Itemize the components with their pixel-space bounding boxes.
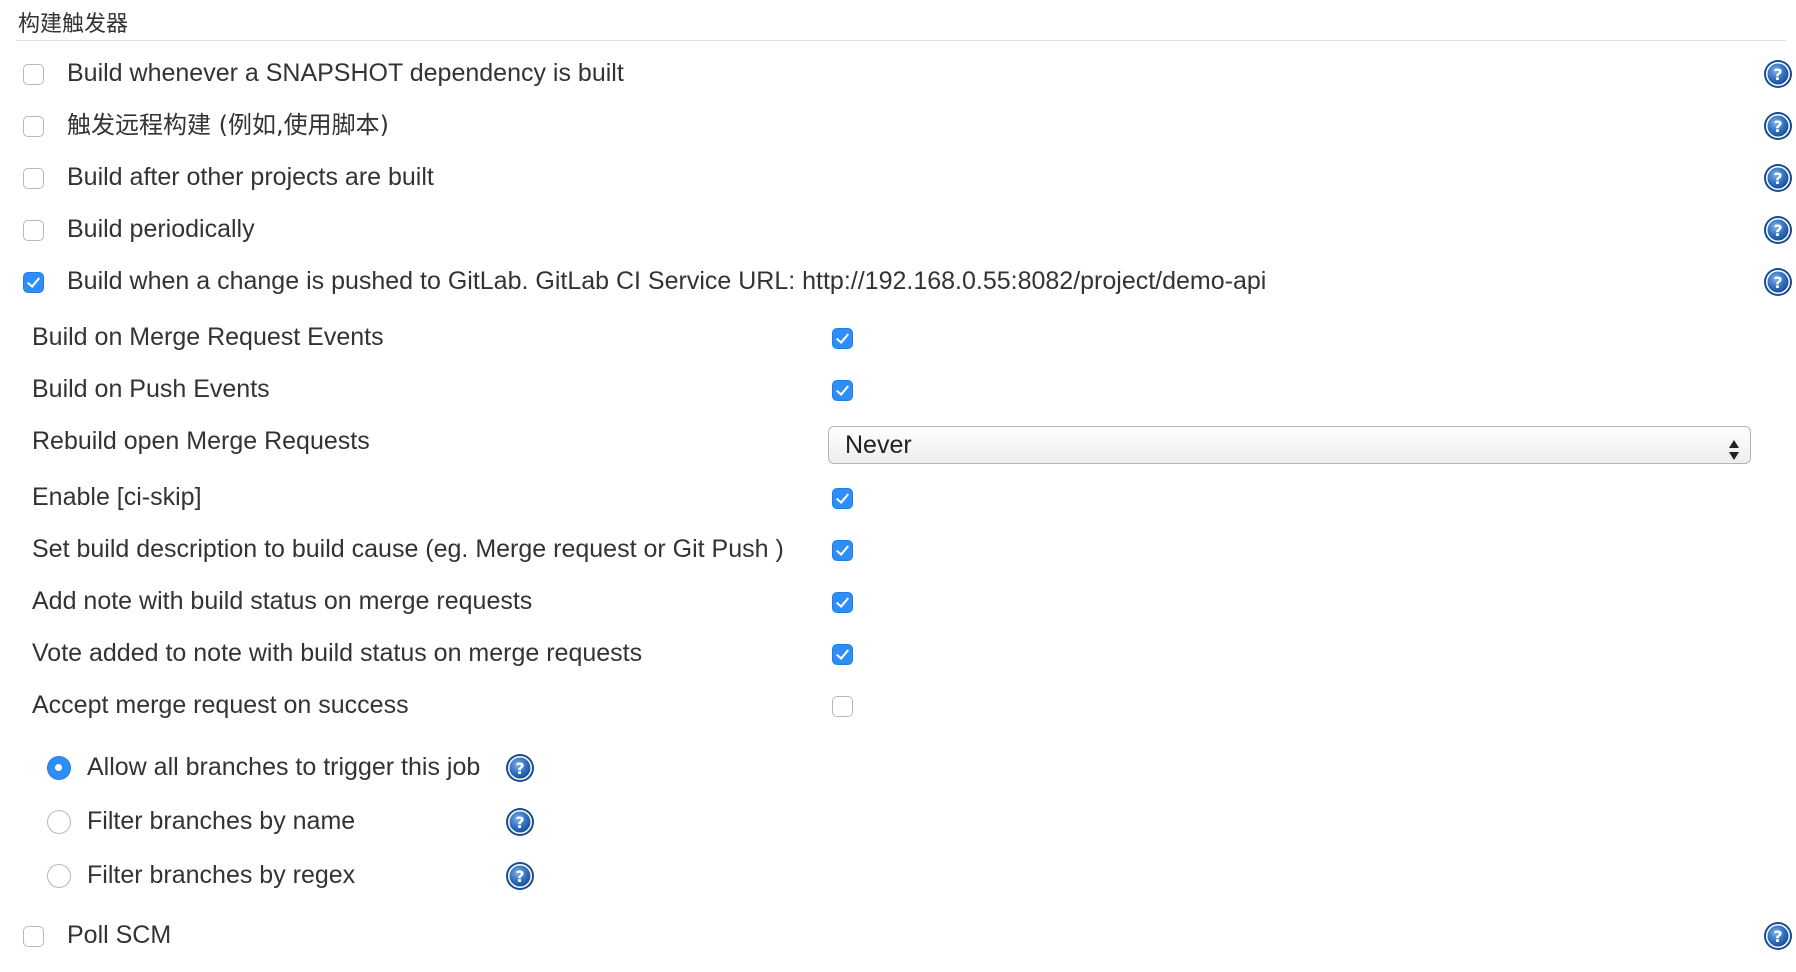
select-arrows-icon bbox=[1728, 435, 1740, 460]
accept-mr-checkbox[interactable] bbox=[832, 696, 853, 717]
gitlab-option-push-events: Build on Push Events bbox=[0, 374, 1796, 418]
trigger-label: Poll SCM bbox=[67, 921, 172, 949]
trigger-label: Build after other projects are built bbox=[67, 163, 434, 191]
branch-filter-regex: Filter branches by regex bbox=[0, 858, 1796, 902]
trigger-row-after-other: Build after other projects are built bbox=[0, 156, 1796, 200]
option-label: Enable [ci-skip] bbox=[32, 483, 202, 511]
rebuild-open-mr-select[interactable]: Never bbox=[828, 426, 1751, 464]
option-label: Build on Push Events bbox=[32, 375, 270, 403]
help-icon[interactable] bbox=[1763, 267, 1793, 297]
trigger-label: 触发远程构建 (例如,使用脚本) bbox=[67, 111, 389, 139]
trigger-row-poll-scm: Poll SCM bbox=[0, 914, 1796, 958]
trigger-label: Build whenever a SNAPSHOT dependency is … bbox=[67, 59, 624, 87]
gitlab-option-build-description: Set build description to build cause (eg… bbox=[0, 534, 1796, 578]
gitlab-option-merge-request-events: Build on Merge Request Events bbox=[0, 322, 1796, 366]
poll-scm-trigger-checkbox[interactable] bbox=[23, 926, 44, 947]
trigger-row-snapshot: Build whenever a SNAPSHOT dependency is … bbox=[0, 52, 1796, 96]
allow-all-branches-radio[interactable] bbox=[47, 756, 71, 780]
gitlab-option-add-note: Add note with build status on merge requ… bbox=[0, 586, 1796, 630]
snapshot-trigger-checkbox[interactable] bbox=[23, 64, 44, 85]
gitlab-option-vote-note: Vote added to note with build status on … bbox=[0, 638, 1796, 682]
remote-trigger-checkbox[interactable] bbox=[23, 116, 44, 137]
filter-by-regex-radio[interactable] bbox=[47, 864, 71, 888]
ci-skip-checkbox[interactable] bbox=[832, 488, 853, 509]
add-note-checkbox[interactable] bbox=[832, 592, 853, 613]
build-description-checkbox[interactable] bbox=[832, 540, 853, 561]
merge-request-events-checkbox[interactable] bbox=[832, 328, 853, 349]
trigger-label: Build periodically bbox=[67, 215, 255, 243]
push-events-checkbox[interactable] bbox=[832, 380, 853, 401]
branch-filter-all: Allow all branches to trigger this job bbox=[0, 750, 1796, 794]
help-icon[interactable] bbox=[1763, 163, 1793, 193]
help-icon[interactable] bbox=[505, 861, 535, 891]
trigger-row-remote: 触发远程构建 (例如,使用脚本) bbox=[0, 104, 1796, 148]
trigger-row-periodically: Build periodically bbox=[0, 208, 1796, 252]
option-label: Vote added to note with build status on … bbox=[32, 639, 643, 667]
help-icon[interactable] bbox=[505, 753, 535, 783]
vote-note-checkbox[interactable] bbox=[832, 644, 853, 665]
help-icon[interactable] bbox=[1763, 111, 1793, 141]
option-label: Accept merge request on success bbox=[32, 691, 409, 719]
branch-filter-name: Filter branches by name bbox=[0, 804, 1796, 848]
gitlab-trigger-checkbox[interactable] bbox=[23, 272, 44, 293]
help-icon[interactable] bbox=[1763, 59, 1793, 89]
help-icon[interactable] bbox=[1763, 215, 1793, 245]
filter-by-name-radio[interactable] bbox=[47, 810, 71, 834]
after-other-trigger-checkbox[interactable] bbox=[23, 168, 44, 189]
option-label: Rebuild open Merge Requests bbox=[32, 427, 370, 455]
section-title: 构建触发器 bbox=[18, 12, 129, 37]
periodic-trigger-checkbox[interactable] bbox=[23, 220, 44, 241]
section-divider bbox=[16, 40, 1786, 41]
option-label: Add note with build status on merge requ… bbox=[32, 587, 533, 615]
option-label: Set build description to build cause (eg… bbox=[32, 535, 784, 563]
help-icon[interactable] bbox=[505, 807, 535, 837]
trigger-label: Build when a change is pushed to GitLab.… bbox=[67, 267, 1267, 295]
trigger-row-gitlab: Build when a change is pushed to GitLab.… bbox=[0, 260, 1796, 304]
gitlab-option-ci-skip: Enable [ci-skip] bbox=[0, 482, 1796, 526]
radio-label: Allow all branches to trigger this job bbox=[87, 753, 481, 781]
option-label: Build on Merge Request Events bbox=[32, 323, 384, 351]
radio-label: Filter branches by name bbox=[87, 807, 356, 835]
radio-label: Filter branches by regex bbox=[87, 861, 356, 889]
gitlab-option-accept-mr: Accept merge request on success bbox=[0, 690, 1796, 734]
select-value: Never bbox=[845, 431, 912, 459]
help-icon[interactable] bbox=[1763, 921, 1793, 951]
